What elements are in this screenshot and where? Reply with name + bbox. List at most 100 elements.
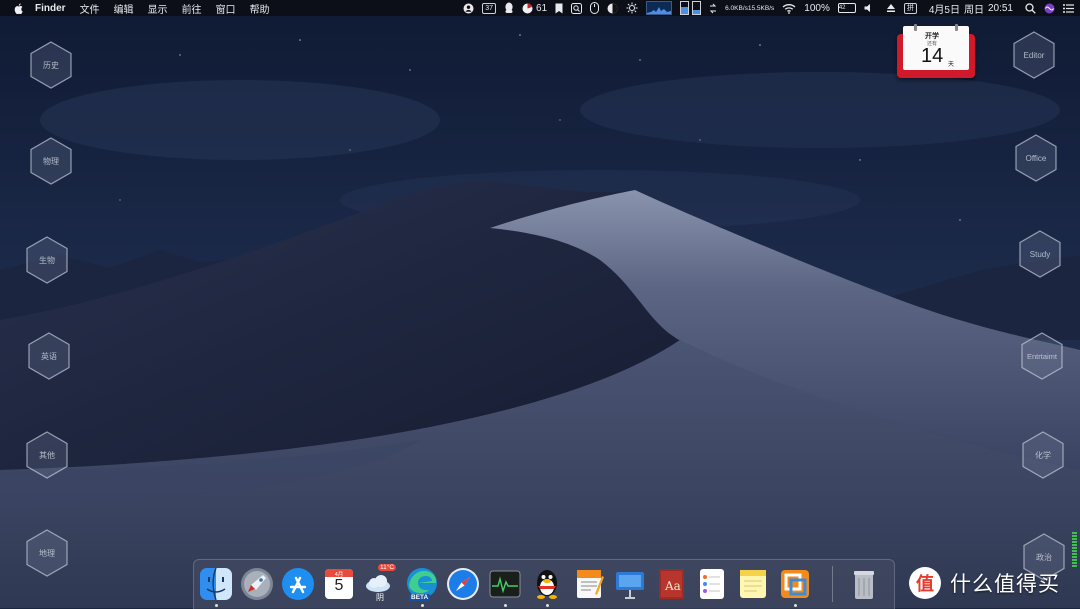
dock-reminders[interactable] (694, 566, 730, 602)
dock-finder[interactable] (198, 566, 234, 602)
countdown-calendar-widget[interactable]: 开学 还有 14 天 (897, 24, 975, 78)
dock-calendar[interactable]: 4月 5 (321, 566, 357, 602)
dock-separator (832, 566, 833, 602)
battery-percent[interactable]: 100% (804, 3, 830, 14)
clock-time: 20:51 (987, 2, 1013, 14)
watermark-text: 什么值得买 (950, 573, 1060, 596)
reminders-icon (700, 569, 724, 599)
dock-dictionary[interactable]: Aa (653, 566, 689, 602)
hex-label: 物理 (43, 156, 59, 166)
hex-widget-office[interactable]: Office (1015, 134, 1057, 182)
cpu-history-graph[interactable] (646, 1, 673, 15)
running-indicator (794, 604, 797, 607)
cpu-gauge-icon[interactable]: 61 (522, 3, 547, 14)
hex-widget-history[interactable]: 历史 (30, 41, 72, 89)
screenshot-search-icon[interactable] (571, 2, 583, 14)
hex-label: Study (1029, 249, 1051, 259)
input-method-icon[interactable]: 拼 (903, 2, 917, 14)
watermark: 值 什么值得买 (908, 566, 1060, 600)
disk-bar[interactable] (692, 1, 702, 15)
memory-bar[interactable] (680, 1, 690, 15)
hex-widget-study[interactable]: Study (1019, 230, 1061, 278)
dock-activity-monitor[interactable] (487, 566, 523, 602)
activity-monitor-icon (489, 570, 521, 598)
desktop-wallpaper (0, 0, 1080, 608)
clock[interactable]: 4月5日 周日 20:51 (929, 1, 1013, 16)
dictionary-book-icon: Aa (659, 569, 684, 599)
hex-widget-editor[interactable]: Editor (1013, 31, 1055, 79)
bookmark-icon[interactable] (555, 3, 563, 14)
svg-text:Aa: Aa (664, 579, 681, 593)
menu-file[interactable]: 文件 (80, 1, 100, 16)
dock-launchpad[interactable] (239, 566, 275, 602)
hex-widget-biology[interactable]: 生物 (26, 236, 68, 284)
siri-icon[interactable] (1044, 3, 1055, 14)
brightness-icon[interactable] (626, 2, 638, 14)
launchpad-rocket-icon (241, 568, 273, 600)
clock-date: 4月5日 (928, 4, 960, 16)
running-indicator (504, 604, 507, 607)
cpu-count: 61 (535, 2, 548, 14)
hex-widget-chemistry[interactable]: 化学 (1022, 431, 1064, 479)
hex-label: 化学 (1035, 450, 1051, 460)
hex-widget-entertainment[interactable]: Entrtaimt (1021, 332, 1063, 380)
dock-trash[interactable] (846, 566, 882, 602)
dock-qq[interactable] (529, 566, 565, 602)
calendar-ring (955, 24, 958, 31)
keynote-icon (616, 572, 644, 599)
app-store-icon (282, 568, 314, 600)
spotlight-search-icon[interactable] (1025, 2, 1036, 14)
net-upload: 6.0KB/s (725, 4, 748, 12)
dock-notes[interactable] (735, 566, 771, 602)
smzdm-logo-icon: 值 (909, 567, 941, 599)
notification-center-icon[interactable] (1063, 3, 1074, 13)
edge-beta-badge: BETA (409, 594, 431, 601)
countdown-number: 14 (921, 45, 944, 67)
hex-widget-other[interactable]: 其他 (26, 431, 68, 479)
hex-label: Entrtaimt (1026, 351, 1057, 361)
hex-label: 英语 (41, 351, 57, 361)
menu-view[interactable]: 显示 (148, 1, 168, 16)
sync-icon[interactable] (709, 3, 717, 14)
dock-edge-beta[interactable]: BETA (404, 566, 440, 602)
eject-icon[interactable] (886, 3, 896, 13)
menu-edit[interactable]: 编辑 (114, 1, 134, 16)
dock-app-store[interactable] (280, 566, 316, 602)
network-speed[interactable]: 6.0KB/s 15.5KB/s (725, 5, 774, 12)
qq-penguin-icon (537, 570, 557, 599)
dock-vmware-fusion[interactable] (777, 566, 813, 602)
apple-menu-icon[interactable] (14, 3, 24, 14)
calendar-day: 5 (334, 577, 344, 594)
dark-mode-icon[interactable] (607, 3, 618, 14)
trash-icon (854, 571, 874, 599)
menu-window[interactable]: 窗口 (216, 1, 236, 16)
safari-compass-icon (447, 568, 479, 600)
clock-weekday: 周日 (963, 4, 984, 16)
user-icon[interactable] (463, 3, 474, 14)
dock-weather[interactable]: 11°C 阴 (362, 564, 398, 602)
dock: 4月 5 11°C 阴 BETA Aa (193, 559, 895, 609)
running-indicator (421, 604, 424, 607)
app-name-menu[interactable]: Finder (35, 3, 66, 14)
mouse-icon[interactable] (590, 2, 600, 14)
volume-icon[interactable] (864, 3, 874, 13)
dock-safari[interactable] (445, 566, 481, 602)
hex-widget-english[interactable]: 英语 (28, 332, 70, 380)
menu-go[interactable]: 前往 (182, 1, 202, 16)
wifi-icon[interactable] (782, 3, 796, 14)
qq-menu-icon[interactable] (504, 2, 514, 14)
hex-widget-geography[interactable]: 地理 (26, 529, 68, 577)
menu-help[interactable]: 帮助 (250, 1, 270, 16)
net-download: 15.5KB/s (747, 4, 775, 12)
battery-icon[interactable]: 42 (837, 3, 856, 13)
svg-text:值: 值 (916, 573, 934, 595)
hex-label: 其他 (39, 450, 55, 460)
dock-keynote[interactable] (612, 566, 648, 602)
hex-widget-physics[interactable]: 物理 (30, 137, 72, 185)
notes-icon (740, 570, 766, 598)
vmware-fusion-icon (781, 570, 809, 598)
temp-badge[interactable]: 37 (482, 2, 496, 14)
hex-label: Editor (1023, 50, 1045, 60)
dock-pages[interactable] (571, 566, 607, 602)
hex-label: Office (1025, 153, 1047, 163)
